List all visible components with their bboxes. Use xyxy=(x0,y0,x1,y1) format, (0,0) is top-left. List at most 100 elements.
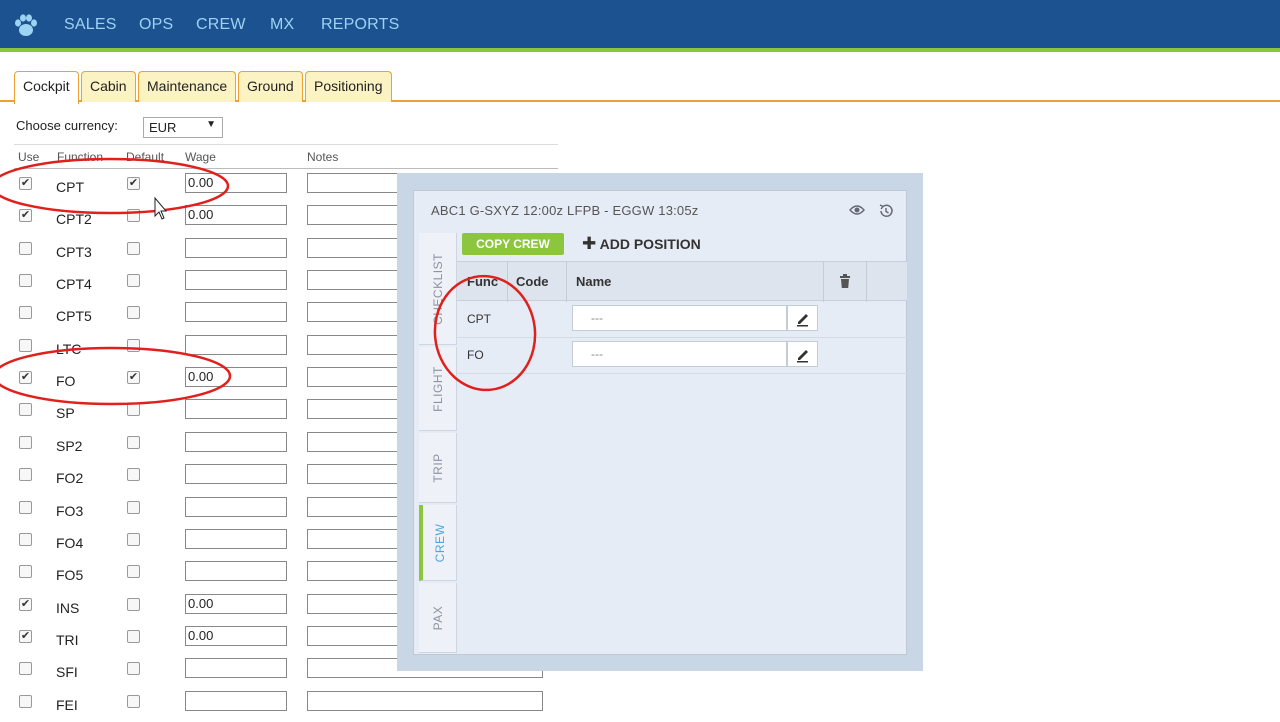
use-checkbox[interactable] xyxy=(19,468,32,482)
use-checkbox[interactable] xyxy=(19,565,32,579)
default-checkbox[interactable] xyxy=(127,338,140,352)
notes-input[interactable] xyxy=(307,690,543,711)
default-checkbox[interactable] xyxy=(127,597,140,611)
default-checkbox[interactable] xyxy=(127,629,140,643)
wage-input[interactable] xyxy=(185,528,287,549)
top-navigation-bar: SALES OPS CREW MX REPORTS xyxy=(0,0,1280,52)
use-checkbox[interactable] xyxy=(19,338,32,352)
side-tab-crew-label: CREW xyxy=(432,523,447,562)
function-label: FO3 xyxy=(56,502,84,519)
use-checkbox[interactable]: ✔ xyxy=(19,371,32,385)
crew-name-field[interactable]: --- xyxy=(572,305,787,331)
default-checkbox[interactable] xyxy=(127,694,140,708)
wage-input[interactable] xyxy=(185,237,287,258)
trash-icon[interactable] xyxy=(839,274,851,288)
tab-maintenance[interactable]: Maintenance xyxy=(138,71,237,102)
paw-icon[interactable] xyxy=(12,12,40,40)
default-checkbox[interactable] xyxy=(127,403,140,417)
function-label: LTC xyxy=(56,340,82,357)
nav-reports[interactable]: REPORTS xyxy=(321,16,399,34)
crew-name-field[interactable]: --- xyxy=(572,341,787,367)
wage-input[interactable] xyxy=(185,464,287,485)
copy-crew-button[interactable]: COPY CREW xyxy=(462,233,564,255)
default-checkbox[interactable]: ✔ xyxy=(127,371,140,385)
function-label: FO4 xyxy=(56,534,84,551)
default-checkbox[interactable] xyxy=(127,306,140,320)
wage-input[interactable] xyxy=(185,496,287,517)
function-label: SFI xyxy=(56,664,78,681)
add-position-button[interactable]: ✚ ADD POSITION xyxy=(582,234,701,254)
tab-ground[interactable]: Ground xyxy=(238,71,303,102)
tab-cabin[interactable]: Cabin xyxy=(81,71,136,102)
eye-icon[interactable] xyxy=(849,204,865,216)
use-checkbox[interactable]: ✔ xyxy=(19,597,32,611)
wage-input[interactable]: 0.00 xyxy=(185,205,287,226)
wage-input[interactable] xyxy=(185,431,287,452)
function-label: CPT2 xyxy=(56,211,92,228)
default-checkbox[interactable] xyxy=(127,662,140,676)
default-checkbox[interactable] xyxy=(127,565,140,579)
default-checkbox[interactable] xyxy=(127,532,140,546)
wage-input[interactable]: 0.00 xyxy=(185,173,287,193)
wage-input[interactable] xyxy=(185,561,287,582)
use-checkbox[interactable]: ✔ xyxy=(19,177,32,190)
wage-input[interactable] xyxy=(185,658,287,679)
nav-ops[interactable]: OPS xyxy=(139,16,173,34)
side-tab-crew[interactable]: CREW xyxy=(419,505,457,581)
wage-input[interactable]: 0.00 xyxy=(185,593,287,614)
function-label: FEI xyxy=(56,696,78,713)
use-checkbox[interactable] xyxy=(19,306,32,320)
wage-input[interactable]: 0.00 xyxy=(185,625,287,646)
wage-input[interactable] xyxy=(185,302,287,323)
crew-func: CPT xyxy=(467,312,491,326)
use-checkbox[interactable] xyxy=(19,241,32,255)
use-checkbox[interactable] xyxy=(19,435,32,449)
default-checkbox[interactable] xyxy=(127,500,140,514)
side-tab-pax[interactable]: PAX xyxy=(419,583,457,653)
nav-mx[interactable]: MX xyxy=(270,16,294,34)
function-label: CPT5 xyxy=(56,308,92,325)
use-checkbox[interactable] xyxy=(19,274,32,288)
use-checkbox[interactable]: ✔ xyxy=(19,629,32,643)
crew-position-row: FO --- xyxy=(457,338,907,374)
wage-input[interactable] xyxy=(185,690,287,711)
currency-select[interactable]: EUR ▼ xyxy=(143,117,223,138)
side-tab-checklist[interactable]: CHECKLIST xyxy=(419,233,457,345)
default-checkbox[interactable] xyxy=(127,209,140,223)
tab-cockpit[interactable]: Cockpit xyxy=(14,71,79,104)
use-checkbox[interactable] xyxy=(19,532,32,546)
tab-positioning[interactable]: Positioning xyxy=(305,71,392,102)
edit-crew-button[interactable] xyxy=(787,305,818,331)
use-checkbox[interactable] xyxy=(19,500,32,514)
function-label: SP2 xyxy=(56,437,83,454)
use-checkbox[interactable] xyxy=(19,662,32,676)
default-checkbox[interactable] xyxy=(127,435,140,449)
wage-input[interactable]: 0.00 xyxy=(185,367,287,388)
edit-crew-button[interactable] xyxy=(787,341,818,367)
nav-crew[interactable]: CREW xyxy=(196,16,246,34)
default-checkbox[interactable] xyxy=(127,274,140,288)
header-notes: Notes xyxy=(307,150,339,164)
function-label: CPT3 xyxy=(56,243,92,260)
crew-func: FO xyxy=(467,348,484,362)
default-checkbox[interactable] xyxy=(127,468,140,482)
crew-table-header: Func Code Name xyxy=(457,261,907,302)
default-checkbox[interactable]: ✔ xyxy=(127,177,140,190)
add-position-label: ADD POSITION xyxy=(599,236,701,252)
panel-side-tabs: CHECKLIST FLIGHT TRIP CREW PAX xyxy=(419,221,457,655)
side-tab-flight[interactable]: FLIGHT xyxy=(419,347,457,431)
col-name: Name xyxy=(576,274,612,289)
side-tab-trip[interactable]: TRIP xyxy=(419,433,457,503)
wage-input[interactable] xyxy=(185,334,287,355)
use-checkbox[interactable] xyxy=(19,694,32,708)
use-checkbox[interactable] xyxy=(19,403,32,417)
default-checkbox[interactable] xyxy=(127,241,140,255)
nav-sales[interactable]: SALES xyxy=(64,16,117,34)
col-separator xyxy=(507,262,508,302)
use-checkbox[interactable]: ✔ xyxy=(19,209,32,223)
history-icon[interactable] xyxy=(878,203,894,219)
wage-input[interactable] xyxy=(185,270,287,291)
wage-input[interactable] xyxy=(185,399,287,420)
settings-tabs: Cockpit Cabin Maintenance Ground Positio… xyxy=(0,56,1280,104)
currency-value: EUR xyxy=(149,120,177,135)
